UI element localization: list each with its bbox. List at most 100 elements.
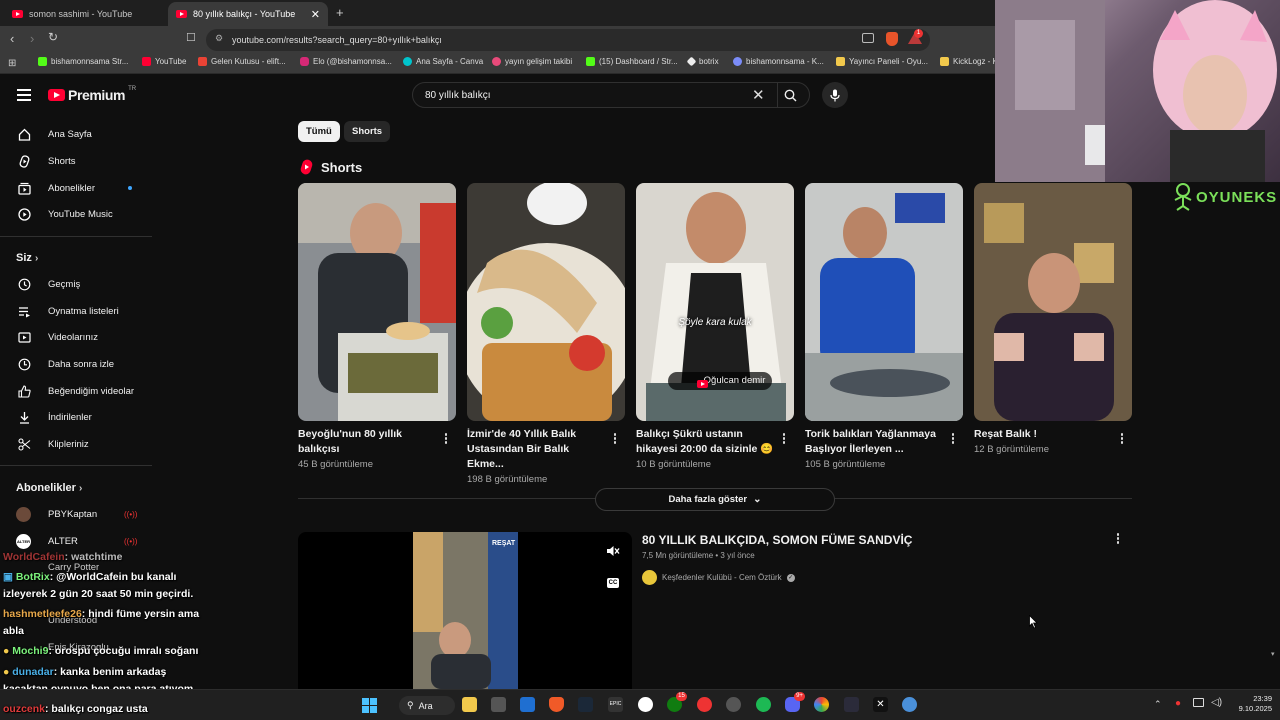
chromium-icon[interactable]: [638, 697, 653, 712]
chrome-icon[interactable]: [814, 697, 829, 712]
sidebar-item-watch-later[interactable]: Daha sonra izle: [0, 351, 152, 377]
steam-icon[interactable]: [578, 697, 593, 712]
short-card[interactable]: İzmir'de 40 Yıllık Balık Ustasından Bir …: [467, 183, 625, 485]
voice-search-button[interactable]: [822, 82, 848, 108]
taskbar-search[interactable]: ⚲ Ara: [399, 696, 455, 715]
captions-icon[interactable]: CC: [607, 578, 619, 588]
short-title[interactable]: İzmir'de 40 Yıllık Balık Ustasından Bir …: [467, 427, 605, 472]
close-tab-icon[interactable]: ✕: [311, 8, 320, 21]
short-title[interactable]: Beyoğlu'nun 80 yıllık balıkçısı: [298, 427, 436, 457]
search-input[interactable]: 80 yıllık balıkçı ✕: [412, 82, 810, 108]
bookmark-item[interactable]: Yayıncı Paneli - Oyu...: [836, 57, 928, 66]
capcut-icon[interactable]: ✕: [873, 697, 888, 712]
sidebar-item-shorts[interactable]: Shorts: [0, 148, 152, 174]
sidebar-item-subscriptions[interactable]: Abonelikler: [0, 175, 152, 201]
reload-icon[interactable]: ↻: [48, 30, 58, 44]
short-title[interactable]: Torik balıkları Yağlanmaya Başlıyor İler…: [805, 427, 943, 457]
volume-icon[interactable]: ◁): [1211, 697, 1222, 708]
more-options-icon[interactable]: [444, 433, 448, 445]
more-options-icon[interactable]: [1120, 433, 1124, 445]
sidebar-item-clips[interactable]: Klipleriniz: [0, 431, 152, 457]
shorts-section-header: Shorts: [300, 159, 362, 175]
short-title[interactable]: Balıkçı Şükrü ustanın hikayesi 20:00 da …: [636, 427, 774, 457]
youtube-premium-logo[interactable]: Premium TR: [48, 86, 136, 103]
more-options-icon[interactable]: [613, 433, 617, 445]
mute-icon[interactable]: [606, 545, 620, 557]
short-thumbnail-image: [974, 183, 1132, 421]
sidebar-item-home[interactable]: Ana Sayfa: [0, 121, 152, 147]
davinci-icon[interactable]: [844, 697, 859, 712]
forward-icon[interactable]: ›: [30, 31, 34, 46]
chip-all[interactable]: Tümü: [298, 121, 340, 142]
windows-start-icon[interactable]: [362, 698, 377, 713]
store-icon[interactable]: [491, 697, 506, 712]
short-thumbnail[interactable]: [467, 183, 625, 421]
video-channel[interactable]: Keşfedenler Kulübü - Cem Öztürk ✓: [642, 570, 795, 585]
brave-browser-icon[interactable]: [549, 697, 564, 712]
sidebar-item-playlists[interactable]: Oynatma listeleri: [0, 298, 152, 324]
channel-pill[interactable]: Oğulcan demir: [668, 372, 773, 390]
short-card[interactable]: Şöyle kara kulak Oğulcan demir Balıkçı Ş…: [636, 183, 794, 470]
app-icon[interactable]: [902, 697, 917, 712]
bookmark-item[interactable]: bishamonnsama - K...: [733, 57, 824, 66]
video-title[interactable]: 80 YILLIK BALIKÇIDA, SOMON FÜME SANDVİÇ: [642, 533, 912, 547]
scroll-arrow-icon[interactable]: ▾: [1271, 650, 1278, 658]
search-icon[interactable]: [784, 89, 797, 102]
short-thumbnail[interactable]: Şöyle kara kulak Oğulcan demir: [636, 183, 794, 421]
new-tab-icon[interactable]: +: [336, 5, 344, 20]
clear-search-icon[interactable]: ✕: [752, 86, 765, 104]
epic-games-icon[interactable]: EPIC: [608, 697, 623, 712]
sidebar-item-downloads[interactable]: İndirilenler: [0, 404, 152, 430]
user-badge-icon: ●: [3, 645, 13, 657]
sidebar-item-youtube-music[interactable]: YouTube Music: [0, 201, 152, 227]
bookmark-item[interactable]: Elo (@bishamonnsa...: [300, 57, 392, 66]
outlook-icon[interactable]: [520, 697, 535, 712]
bookmark-item[interactable]: KickLogz - K: [940, 57, 998, 66]
address-bar[interactable]: ⚙ youtube.com/results?search_query=80+yı…: [206, 29, 930, 51]
network-icon[interactable]: [1193, 698, 1204, 707]
short-thumbnail[interactable]: [298, 183, 456, 421]
bookmark-item[interactable]: Gelen Kutusu - elift...: [198, 57, 286, 66]
more-options-icon[interactable]: [782, 433, 786, 445]
record-icon[interactable]: [697, 697, 712, 712]
short-title[interactable]: Reşat Balık !: [974, 427, 1112, 442]
sidebar-item-liked-videos[interactable]: Beğendiğim videolar: [0, 378, 152, 404]
video-thumbnail[interactable]: REŞAT CC: [298, 532, 632, 689]
kick-profile-icon: [733, 57, 742, 66]
tray-chevron-icon[interactable]: ⌃: [1154, 699, 1162, 710]
more-options-icon[interactable]: [1116, 533, 1120, 545]
spotify-icon[interactable]: [756, 697, 771, 712]
short-thumbnail[interactable]: [974, 183, 1132, 421]
bookmark-item[interactable]: YouTube: [142, 57, 186, 66]
microphone-in-use-icon[interactable]: ●: [1175, 698, 1181, 709]
site-info-icon[interactable]: ⚙: [215, 33, 223, 44]
bookmark-item[interactable]: botrix: [686, 56, 719, 67]
sidebar-section-you[interactable]: Siz ›: [16, 252, 38, 264]
sidebar-sub-channel[interactable]: PBYKaptan ((•)): [0, 501, 152, 527]
more-options-icon[interactable]: [951, 433, 955, 445]
back-icon[interactable]: ‹: [10, 31, 14, 46]
tab-somon-sashimi[interactable]: somon sashimi - YouTube: [4, 2, 166, 26]
cast-icon[interactable]: [862, 33, 874, 43]
bookmark-item[interactable]: bishamonnsama Str...: [38, 57, 128, 66]
tab-80-yillik-balikci[interactable]: 80 yıllık balıkçı - YouTube ✕: [168, 2, 328, 26]
sidebar-section-subscriptions[interactable]: Abonelikler ›: [16, 482, 82, 494]
file-explorer-icon[interactable]: [462, 697, 477, 712]
menu-icon[interactable]: [17, 89, 31, 101]
short-card[interactable]: Torik balıkları Yağlanmaya Başlıyor İler…: [805, 183, 963, 470]
bookmark-item[interactable]: yayın gelişim takibi: [492, 57, 572, 66]
chip-shorts[interactable]: Shorts: [344, 121, 391, 142]
short-card[interactable]: Beyoğlu'nun 80 yıllık balıkçısı 45 B gör…: [298, 183, 456, 470]
clock[interactable]: 23:39 9.10.2025: [1232, 694, 1272, 714]
show-more-button[interactable]: Daha fazla göster ⌄: [595, 488, 835, 511]
short-card[interactable]: Reşat Balık ! 12 B görüntüleme: [974, 183, 1132, 455]
bookmark-item[interactable]: Ana Sayfa - Canva: [403, 57, 483, 66]
apps-grid-icon[interactable]: ⊞: [8, 58, 16, 69]
sidebar-item-history[interactable]: Geçmiş: [0, 271, 152, 297]
sidebar-item-your-videos[interactable]: Videolarınız: [0, 324, 152, 350]
brave-shield-icon[interactable]: [886, 32, 898, 46]
bookmark-icon[interactable]: ☐: [186, 31, 196, 44]
settings-gear-icon[interactable]: [726, 697, 741, 712]
bookmark-item[interactable]: (15) Dashboard / Str...: [586, 57, 678, 66]
short-thumbnail[interactable]: [805, 183, 963, 421]
